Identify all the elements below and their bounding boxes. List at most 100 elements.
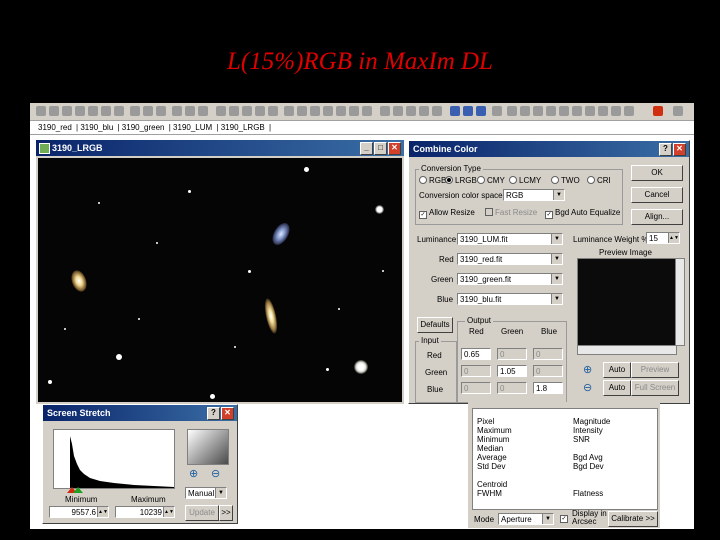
- toolbar-tool-icon[interactable]: [297, 106, 307, 116]
- mode-select[interactable]: Aperture ▼: [498, 513, 554, 525]
- maximum-input[interactable]: 10239 ▲▼: [115, 506, 175, 518]
- luminance-weight-input[interactable]: 15 ▲▼: [646, 232, 680, 244]
- toolbar-tool-icon[interactable]: [349, 106, 359, 116]
- tab-3190-red[interactable]: 3190_red: [38, 123, 72, 132]
- zoom-out-icon[interactable]: ⊖: [583, 381, 592, 394]
- auto-zoom-button[interactable]: Auto: [603, 362, 631, 378]
- bgd-auto-equalize-checkbox[interactable]: ✓ Bgd Auto Equalize: [545, 208, 620, 219]
- toolbar-tool-icon[interactable]: [585, 106, 595, 116]
- toolbar-tool-icon[interactable]: [75, 106, 85, 116]
- toolbar-tool-icon[interactable]: [673, 106, 683, 116]
- minimum-input[interactable]: 9557.6 ▲▼: [49, 506, 109, 518]
- toolbar-tool-icon[interactable]: [393, 106, 403, 116]
- red-file-select[interactable]: 3190_red.fit ▼: [457, 253, 563, 265]
- fast-resize-checkbox[interactable]: Fast Resize: [485, 208, 537, 217]
- toolbar-tool-icon[interactable]: [598, 106, 608, 116]
- toolbar-tool-icon[interactable]: [114, 106, 124, 116]
- toolbar-tool-icon[interactable]: [310, 106, 320, 116]
- green-file-select[interactable]: 3190_green.fit ▼: [457, 273, 563, 285]
- toolbar-tool-icon[interactable]: [406, 106, 416, 116]
- preview-button[interactable]: Preview: [631, 362, 679, 378]
- preview-image[interactable]: [577, 258, 677, 346]
- stretch-mode-select[interactable]: Manual ▼: [185, 487, 227, 499]
- spinner-icon[interactable]: ▲▼: [97, 507, 108, 517]
- close-icon[interactable]: ✕: [221, 407, 234, 420]
- toolbar-tool-icon[interactable]: [156, 106, 166, 116]
- stop-icon[interactable]: [653, 106, 663, 116]
- maximize-icon[interactable]: □: [374, 142, 387, 155]
- luminance-file-select[interactable]: 3190_LUM.fit ▼: [457, 233, 563, 245]
- toolbar-tool-icon[interactable]: [242, 106, 252, 116]
- matrix-blue-green[interactable]: 0: [497, 382, 527, 394]
- matrix-blue-red[interactable]: 0: [461, 382, 491, 394]
- toolbar-tool-icon[interactable]: [198, 106, 208, 116]
- maximum-marker-icon[interactable]: [73, 487, 83, 493]
- toolbar-tool-icon[interactable]: [284, 106, 294, 116]
- toolbar-tool-icon[interactable]: [611, 106, 621, 116]
- histogram[interactable]: [53, 429, 175, 489]
- update-button[interactable]: Update: [185, 505, 219, 521]
- matrix-green-blue[interactable]: 0: [533, 365, 563, 377]
- radio-cmy[interactable]: CMY: [477, 176, 505, 185]
- minimize-icon[interactable]: _: [360, 142, 373, 155]
- preview-vertical-scrollbar[interactable]: [675, 258, 685, 346]
- cancel-button[interactable]: Cancel: [631, 187, 683, 203]
- galaxy-image[interactable]: [38, 158, 402, 402]
- toolbar-tool-icon[interactable]: [143, 106, 153, 116]
- allow-resize-checkbox[interactable]: ✓ Allow Resize: [419, 208, 475, 219]
- zoom-out-icon[interactable]: ⊖: [211, 467, 220, 480]
- toolbar-tool-icon[interactable]: [88, 106, 98, 116]
- toolbar-tool-icon[interactable]: [268, 106, 278, 116]
- matrix-green-green[interactable]: 1.05: [497, 365, 527, 377]
- toolbar-tool-icon[interactable]: [36, 106, 46, 116]
- tab-3190-lrgb[interactable]: 3190_LRGB: [221, 123, 265, 132]
- radio-cri[interactable]: CRI: [587, 176, 611, 185]
- toolbar-tool-icon[interactable]: [336, 106, 346, 116]
- toolbar-tool-icon[interactable]: [624, 106, 634, 116]
- matrix-green-red[interactable]: 0: [461, 365, 491, 377]
- radio-rgb[interactable]: RGB: [419, 176, 446, 185]
- zoom-in-icon[interactable]: [450, 106, 460, 116]
- matrix-red-red[interactable]: 0.65: [461, 348, 491, 360]
- toolbar-tool-icon[interactable]: [130, 106, 140, 116]
- radio-two[interactable]: TWO: [551, 176, 580, 185]
- spinner-icon[interactable]: ▲▼: [668, 233, 679, 243]
- radio-lrgb[interactable]: LRGB: [445, 176, 477, 185]
- toolbar-tool-icon[interactable]: [229, 106, 239, 116]
- tab-3190-lum[interactable]: 3190_LUM: [173, 123, 212, 132]
- zoom-out-icon[interactable]: [463, 106, 473, 116]
- toolbar-tool-icon[interactable]: [101, 106, 111, 116]
- toolbar-tool-icon[interactable]: [419, 106, 429, 116]
- display-in-arcsec-checkbox[interactable]: ✓: [560, 515, 568, 523]
- expand-button[interactable]: >>: [219, 505, 233, 521]
- matrix-blue-blue[interactable]: 1.8: [533, 382, 563, 394]
- toolbar-tool-icon[interactable]: [216, 106, 226, 116]
- help-icon[interactable]: ?: [659, 143, 672, 156]
- toolbar-tool-icon[interactable]: [533, 106, 543, 116]
- toolbar-tool-icon[interactable]: [323, 106, 333, 116]
- color-space-select[interactable]: RGB ▼: [503, 189, 565, 201]
- toolbar-tool-icon[interactable]: [380, 106, 390, 116]
- toolbar-tool-icon[interactable]: [492, 106, 502, 116]
- tab-3190-blu[interactable]: 3190_blu: [80, 123, 113, 132]
- tab-3190-green[interactable]: 3190_green: [122, 123, 165, 132]
- zoom-fit-icon[interactable]: [476, 106, 486, 116]
- toolbar-tool-icon[interactable]: [362, 106, 372, 116]
- preview-horizontal-scrollbar[interactable]: [577, 345, 677, 355]
- spinner-icon[interactable]: ▲▼: [163, 507, 174, 517]
- radio-lcmy[interactable]: LCMY: [509, 176, 541, 185]
- toolbar-tool-icon[interactable]: [172, 106, 182, 116]
- toolbar-tool-icon[interactable]: [185, 106, 195, 116]
- toolbar-tool-icon[interactable]: [546, 106, 556, 116]
- zoom-in-icon[interactable]: ⊕: [583, 363, 592, 376]
- toolbar-tool-icon[interactable]: [520, 106, 530, 116]
- ok-button[interactable]: OK: [631, 165, 683, 181]
- toolbar-tool-icon[interactable]: [49, 106, 59, 116]
- full-screen-button[interactable]: Full Screen: [631, 380, 679, 396]
- toolbar-tool-icon[interactable]: [559, 106, 569, 116]
- close-icon[interactable]: ✕: [673, 143, 686, 156]
- help-icon[interactable]: ?: [207, 407, 220, 420]
- close-icon[interactable]: ✕: [388, 142, 401, 155]
- blue-file-select[interactable]: 3190_blu.fit ▼: [457, 293, 563, 305]
- combine-color-titlebar[interactable]: Combine Color ? ✕: [409, 141, 689, 157]
